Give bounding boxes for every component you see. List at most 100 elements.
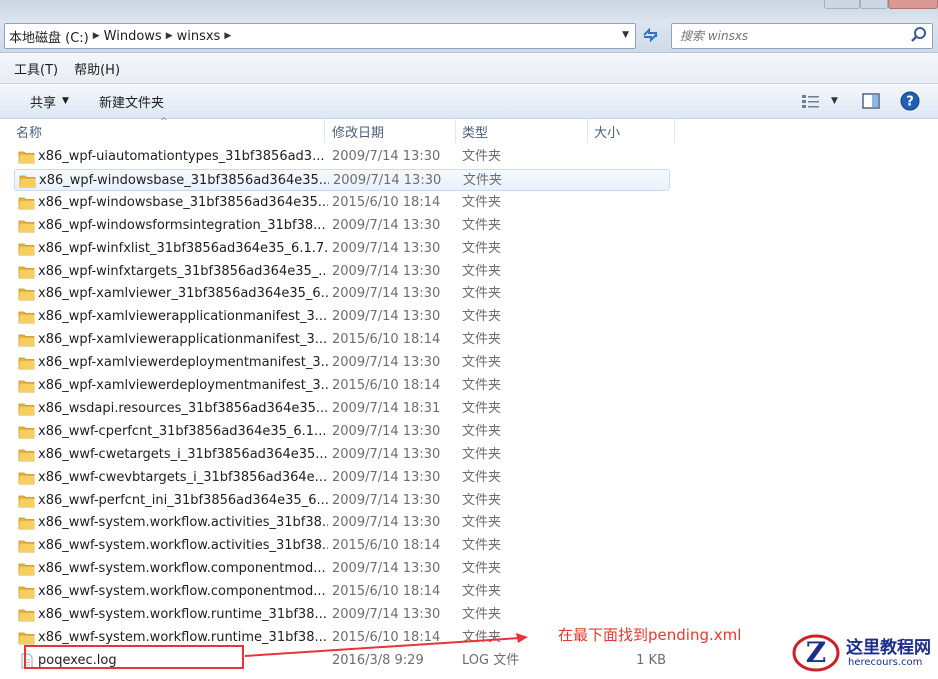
file-row[interactable]: x86_wpf-xamlviewer_31bf3856ad364e35_6...…: [14, 283, 670, 305]
breadcrumb-separator-icon[interactable]: ▶: [162, 31, 177, 41]
column-divider[interactable]: [674, 119, 675, 143]
folder-icon: [18, 472, 35, 484]
search-input[interactable]: [678, 26, 907, 46]
view-options-icon: [802, 95, 819, 108]
file-row[interactable]: x86_wpf-winfxlist_31bf3856ad364e35_6.1.7…: [14, 238, 670, 260]
breadcrumb-windows[interactable]: Windows: [104, 29, 162, 44]
file-date: 2016/3/8 9:29: [332, 652, 424, 668]
breadcrumb-winsxs[interactable]: winsxs: [177, 29, 221, 44]
file-type: 文件夹: [462, 263, 502, 279]
folder-icon: [18, 288, 35, 301]
close-button[interactable]: [888, 0, 938, 9]
file-name: x86_wpf-winfxtargets_31bf3856ad364e35_..…: [38, 263, 328, 279]
file-date: 2015/6/10 18:14: [332, 538, 441, 554]
file-size: [594, 581, 666, 603]
file-name: x86_wwf-perfcnt_ini_31bf3856ad364e35_6..…: [38, 492, 328, 508]
menu-bar: 工具(T) 帮助(H): [0, 53, 938, 84]
column-divider[interactable]: [455, 119, 456, 143]
file-row[interactable]: x86_wpf-xamlviewerapplicationmanifest_3.…: [14, 329, 670, 351]
folder-icon: [18, 334, 35, 347]
file-row[interactable]: x86_wwf-system.workflow.runtime_31bf38..…: [14, 604, 670, 626]
file-row[interactable]: x86_wwf-system.workflow.activities_31bf3…: [14, 512, 670, 534]
file-type: 文件夹: [462, 629, 502, 645]
refresh-button[interactable]: [637, 23, 663, 47]
address-bar[interactable]: 本地磁盘 (C:) ▶ Windows ▶ winsxs ▶ ▼: [4, 23, 636, 49]
watermark-title: 这里教程网: [846, 638, 931, 658]
file-row[interactable]: x86_wwf-system.workflow.componentmod... 2…: [14, 558, 670, 580]
file-row[interactable]: x86_wsdapi.resources_31bf3856ad364e35...…: [14, 398, 670, 420]
file-size: [594, 421, 666, 443]
file-type: 文件夹: [462, 492, 502, 508]
file-size: [594, 261, 666, 283]
file-row[interactable]: x86_wpf-xamlviewerdeploymentmanifest_3..…: [14, 375, 670, 397]
minimize-button[interactable]: [824, 0, 860, 9]
new-folder-label: 新建文件夹: [98, 95, 164, 111]
file-type: 文件夹: [462, 217, 502, 233]
address-dropdown-icon[interactable]: ▼: [622, 30, 629, 40]
file-size: [594, 375, 666, 397]
column-header-size[interactable]: 大小: [590, 119, 674, 143]
file-row[interactable]: x86_wpf-xamlviewerapplicationmanifest_3.…: [14, 306, 670, 328]
file-type: 文件夹: [462, 286, 502, 302]
column-header-type[interactable]: 类型: [458, 119, 586, 143]
folder-icon: [18, 403, 35, 416]
menu-help[interactable]: 帮助(H): [66, 59, 128, 78]
file-date: 2009/7/14 13:30: [332, 561, 441, 577]
file-size: [594, 444, 666, 466]
file-row[interactable]: x86_wwf-perfcnt_ini_31bf3856ad364e35_6..…: [14, 490, 670, 512]
new-folder-button[interactable]: 新建文件夹: [93, 92, 170, 111]
file-row[interactable]: x86_wpf-winfxtargets_31bf3856ad364e35_..…: [14, 261, 670, 283]
file-type: 文件夹: [462, 515, 502, 531]
breadcrumb-drive[interactable]: 本地磁盘 (C:): [9, 27, 89, 46]
maximize-button[interactable]: [860, 0, 888, 9]
file-size: [594, 604, 666, 626]
breadcrumb-separator-icon[interactable]: ▶: [89, 31, 104, 41]
file-row[interactable]: x86_wwf-system.workflow.componentmod... 2…: [14, 581, 670, 603]
file-type: 文件夹: [462, 423, 502, 439]
svg-text:?: ?: [906, 95, 914, 110]
view-options-button[interactable]: ▼: [801, 90, 838, 112]
breadcrumb-separator-icon[interactable]: ▶: [220, 31, 235, 41]
file-date: 2009/7/14 13:30: [332, 217, 441, 233]
file-row[interactable]: x86_wpf-xamlviewerdeploymentmanifest_3..…: [14, 352, 670, 374]
folder-icon: [18, 220, 35, 233]
search-icon[interactable]: [910, 26, 928, 44]
file-name: x86_wwf-cwevbtargets_i_31bf3856ad364e...: [38, 469, 328, 485]
folder-icon: [18, 197, 35, 210]
file-row[interactable]: x86_wpf-windowsbase_31bf3856ad364e35... 2…: [14, 168, 670, 191]
folder-icon: [18, 357, 35, 370]
share-button[interactable]: 共享 ▼: [24, 92, 75, 111]
column-divider[interactable]: [587, 119, 588, 143]
file-type: LOG 文件: [462, 652, 520, 668]
preview-pane-button[interactable]: [862, 90, 880, 112]
column-header-name[interactable]: 名称: [12, 119, 324, 143]
file-date: 2015/6/10 18:14: [332, 629, 441, 645]
file-date: 2009/7/14 13:30: [333, 172, 442, 188]
file-row[interactable]: x86_wwf-system.workflow.activities_31bf3…: [14, 535, 670, 557]
file-date: 2015/6/10 18:14: [332, 332, 441, 348]
file-row[interactable]: x86_wpf-windowsbase_31bf3856ad364e35... 2…: [14, 192, 670, 214]
file-name: x86_wpf-winfxlist_31bf3856ad364e35_6.1.7…: [38, 240, 328, 256]
file-row[interactable]: x86_wpf-windowsformsintegration_31bf38..…: [14, 215, 670, 237]
folder-icon: [18, 449, 35, 462]
file-row[interactable]: x86_wpf-uiautomationtypes_31bf3856ad3...…: [14, 146, 670, 168]
column-header-date[interactable]: 修改日期: [328, 119, 454, 143]
file-row[interactable]: x86_wwf-cwetargets_i_31bf3856ad364e35...…: [14, 444, 670, 466]
file-row[interactable]: x86_wwf-cperfcnt_31bf3856ad364e35_6.1...…: [14, 421, 670, 443]
menu-tools[interactable]: 工具(T): [6, 59, 66, 78]
file-type: 文件夹: [462, 355, 502, 371]
folder-icon: [18, 540, 35, 553]
column-divider[interactable]: [324, 119, 325, 143]
file-size: [594, 558, 666, 580]
help-button[interactable]: ?: [900, 90, 920, 112]
file-date: 2009/7/14 13:30: [332, 446, 441, 462]
file-name: x86_wwf-system.workflow.componentmod...: [38, 561, 326, 577]
file-name: x86_wwf-system.workflow.componentmod...: [38, 584, 326, 600]
view-dropdown-icon[interactable]: ▼: [831, 96, 838, 106]
file-date: 2009/7/14 13:30: [332, 263, 441, 279]
file-size: [594, 306, 666, 328]
file-row[interactable]: x86_wwf-cwevbtargets_i_31bf3856ad364e...…: [14, 467, 670, 489]
file-name: x86_wwf-cperfcnt_31bf3856ad364e35_6.1...…: [38, 423, 328, 439]
file-name: x86_wpf-windowsbase_31bf3856ad364e35...: [38, 194, 328, 210]
file-date: 2015/6/10 18:14: [332, 584, 441, 600]
